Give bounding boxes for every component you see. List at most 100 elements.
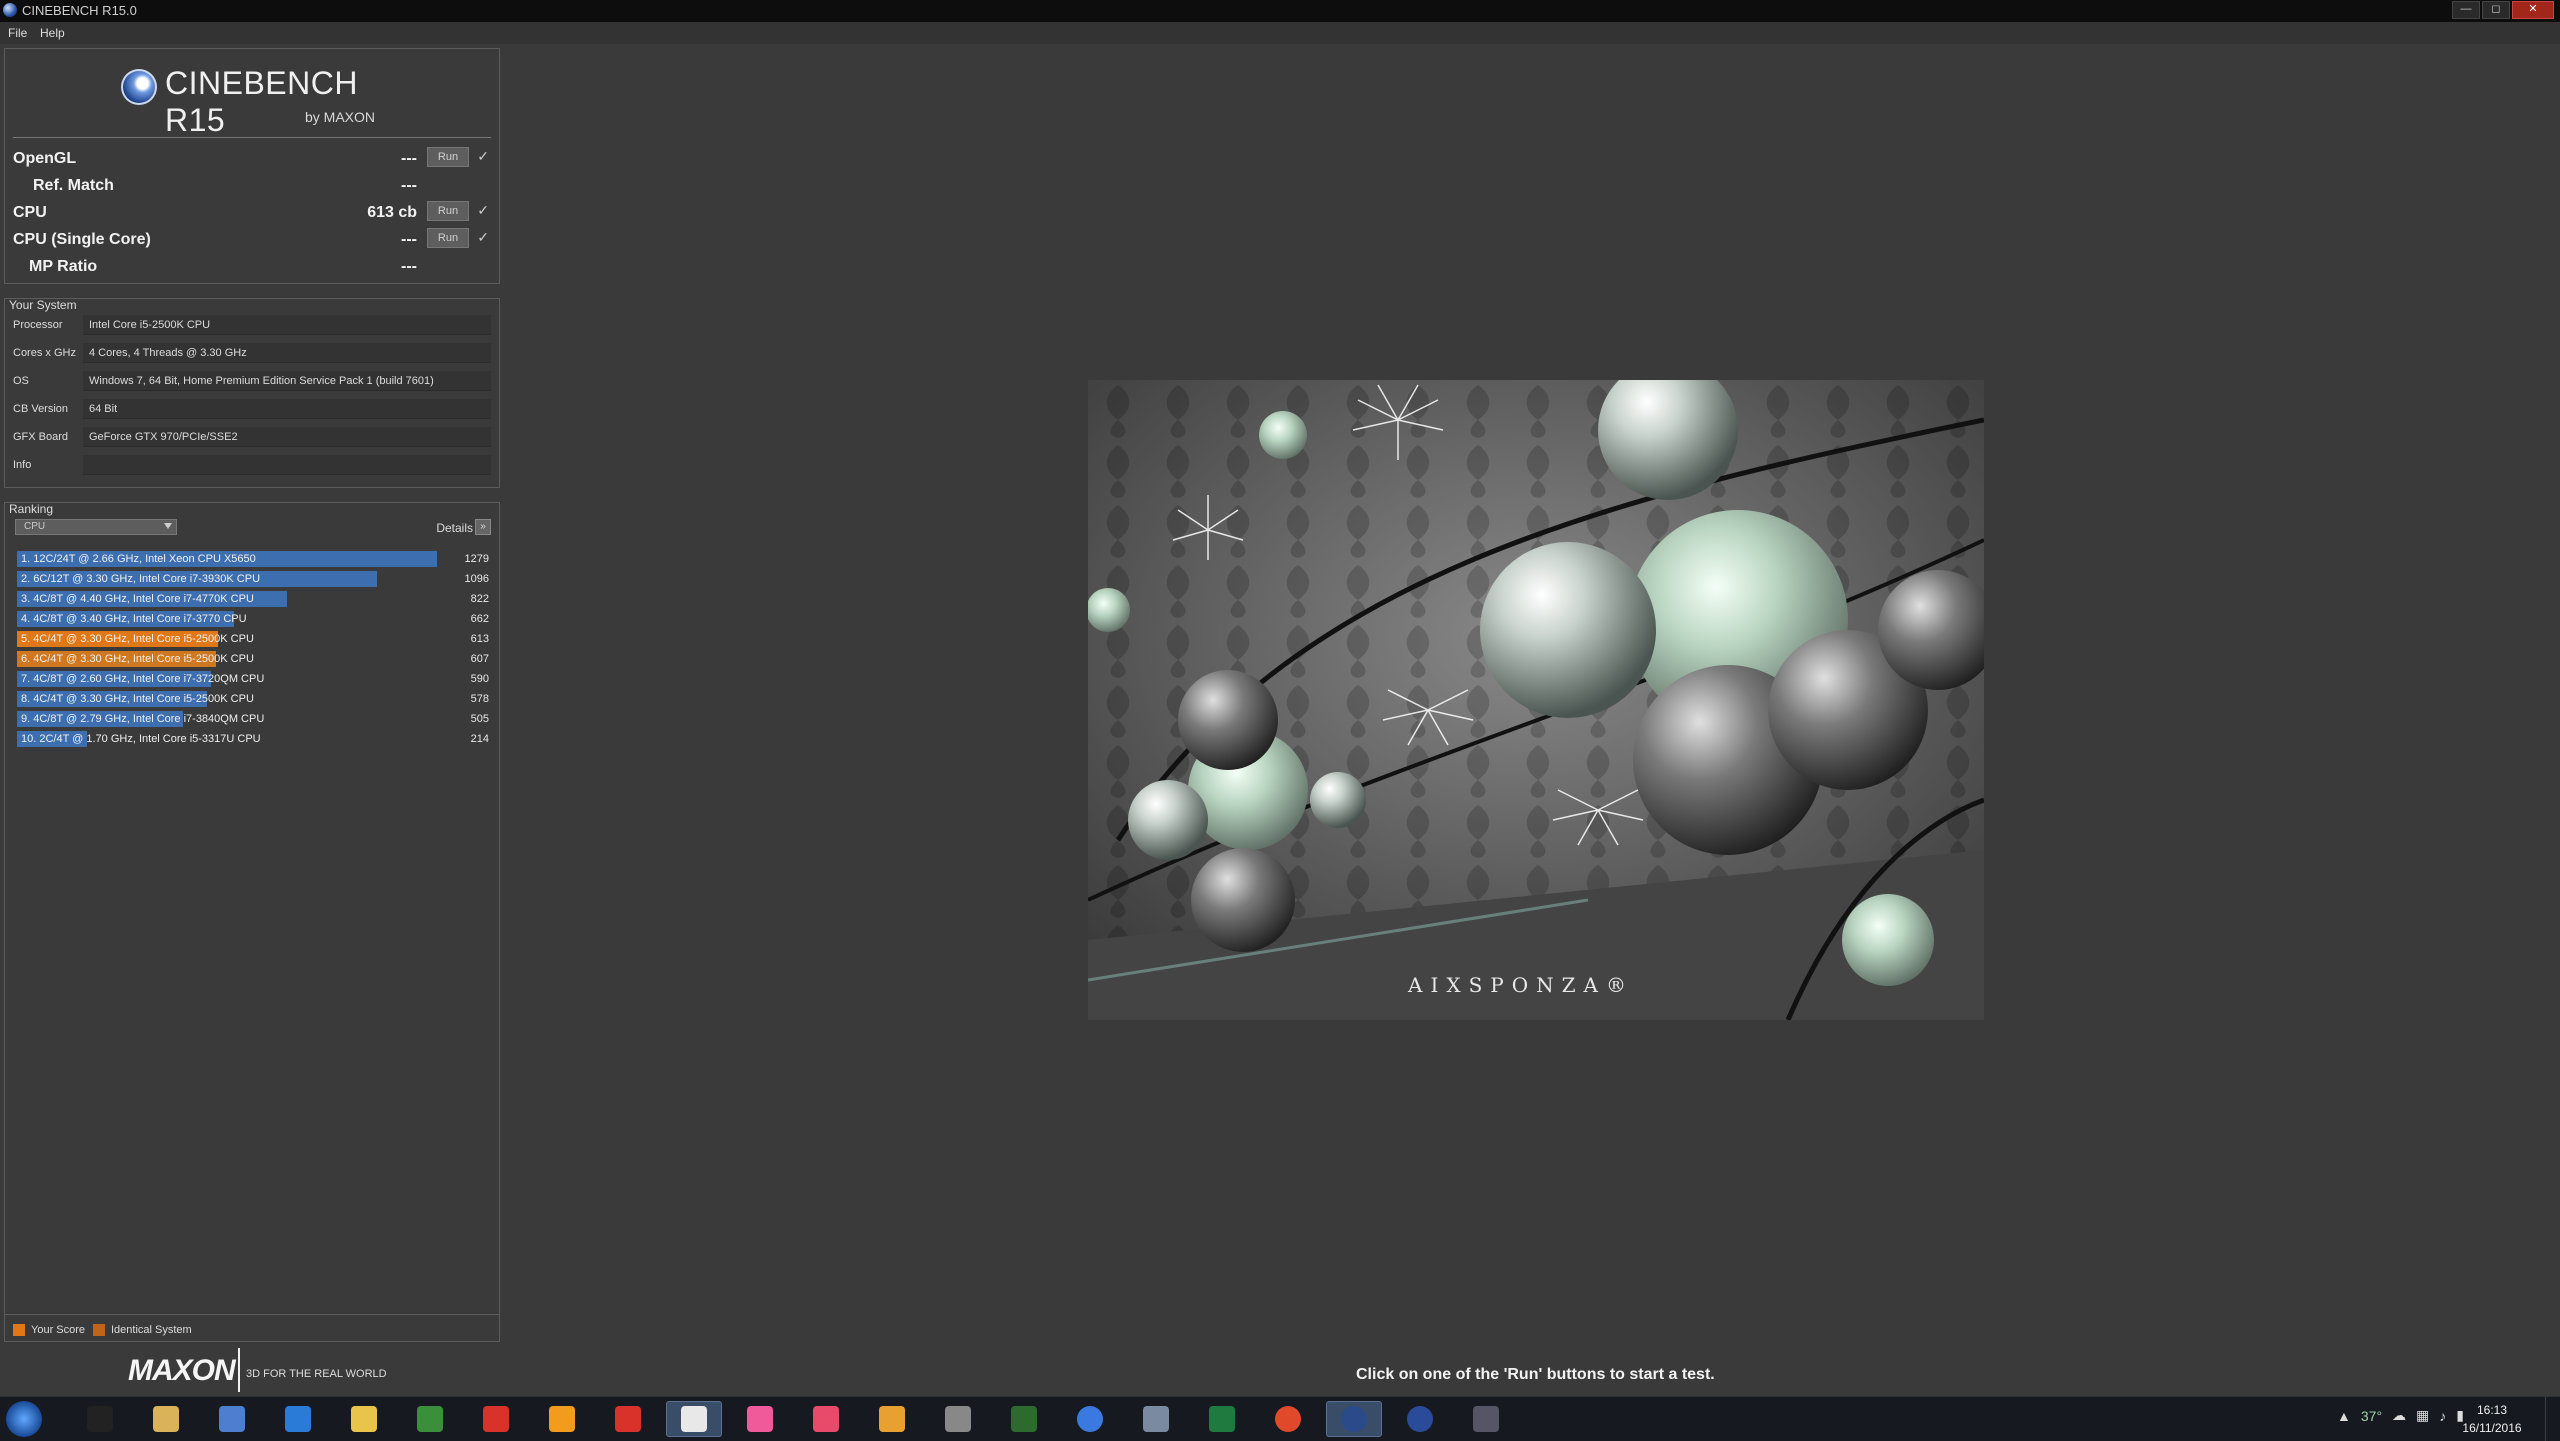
- system-value[interactable]: Windows 7, 64 Bit, Home Premium Edition …: [83, 371, 491, 391]
- ranking-row[interactable]: 3. 4C/8T @ 4.40 GHz, Intel Core i7-4770K…: [15, 589, 495, 609]
- test-value: 613 cb: [367, 204, 417, 221]
- menu-help[interactable]: Help: [40, 26, 65, 40]
- photos-icon: [747, 1406, 773, 1432]
- test-label: MP Ratio: [29, 258, 98, 275]
- taskbar-cinebench-icon[interactable]: [1326, 1401, 1382, 1437]
- system-value[interactable]: 4 Cores, 4 Threads @ 3.30 GHz: [83, 343, 491, 363]
- taskbar-photos-icon[interactable]: [732, 1401, 788, 1437]
- cinebench-logo: CINEBENCH R15 by MAXON: [115, 63, 395, 138]
- test-row-cpu: CPU 613 cb Run ✓: [13, 201, 491, 225]
- taskbar-media-icon[interactable]: [534, 1401, 590, 1437]
- ranking-row[interactable]: 6. 4C/4T @ 3.30 GHz, Intel Core i5-2500K…: [15, 649, 495, 669]
- ranking-row[interactable]: 5. 4C/4T @ 3.30 GHz, Intel Core i5-2500K…: [15, 629, 495, 649]
- excel-icon: [1209, 1406, 1235, 1432]
- taskbar-tool-icon[interactable]: [1458, 1401, 1514, 1437]
- window-title: CINEBENCH R15.0: [22, 3, 137, 18]
- details-toggle-button[interactable]: »: [475, 519, 491, 535]
- volume-icon[interactable]: ♪: [2439, 1408, 2446, 1424]
- ranking-label: 8. 4C/4T @ 3.30 GHz, Intel Core i5-2500K…: [21, 693, 254, 705]
- checkmark-icon[interactable]: ✓: [477, 202, 489, 219]
- system-key: Processor: [13, 319, 63, 331]
- taskbar: ▲ 37° ☁ ▦ ♪ ▮ 16:13 16/11/2016: [0, 1396, 2560, 1441]
- cloud-icon: [285, 1406, 311, 1432]
- your-score-label: Your Score: [31, 1324, 86, 1336]
- test-row-cpu-single: CPU (Single Core) --- Run ✓: [13, 228, 491, 252]
- logo-byline: by MAXON: [305, 109, 376, 125]
- ranking-type-dropdown[interactable]: CPU: [15, 519, 177, 535]
- taskbar-chrome-icon[interactable]: [1062, 1401, 1118, 1437]
- identical-system-swatch: [93, 1324, 105, 1336]
- ranking-row[interactable]: 10. 2C/4T @ 1.70 GHz, Intel Core i5-3317…: [15, 729, 495, 749]
- minimize-button[interactable]: —: [2452, 1, 2480, 19]
- ranking-label: 9. 4C/8T @ 2.79 GHz, Intel Core i7-3840Q…: [21, 713, 265, 725]
- render-scene-image: AIXSPONZA®: [1088, 380, 1984, 1020]
- run-opengl-button[interactable]: Run: [427, 147, 469, 167]
- taskbar-cloud-icon[interactable]: [270, 1401, 326, 1437]
- checkmark-icon[interactable]: ✓: [477, 229, 489, 246]
- pdf-icon: [483, 1406, 509, 1432]
- temperature-label: 37°: [2360, 1407, 2383, 1424]
- taskbar-settings-icon[interactable]: [930, 1401, 986, 1437]
- taskbar-color-icon[interactable]: [864, 1401, 920, 1437]
- dropdown-value: CPU: [24, 521, 46, 532]
- clock-time: 16:13: [2476, 1403, 2508, 1417]
- menu-file[interactable]: File: [8, 26, 27, 40]
- system-value[interactable]: Intel Core i5-2500K CPU: [83, 315, 491, 335]
- tool-icon: [1473, 1406, 1499, 1432]
- system-row: Processor Intel Core i5-2500K CPU: [13, 315, 491, 337]
- system-key: CB Version: [13, 403, 69, 415]
- show-desktop-button[interactable]: [2545, 1397, 2560, 1441]
- test-row-ref-match: Ref. Match ---: [13, 174, 491, 198]
- ranking-score: 214: [470, 733, 489, 745]
- test-value: ---: [401, 231, 417, 248]
- taskbar-pdf-icon[interactable]: [468, 1401, 524, 1437]
- taskbar-screen-icon[interactable]: [996, 1401, 1052, 1437]
- taskbar-explorer-icon[interactable]: [336, 1401, 392, 1437]
- test-row-mp-ratio: MP Ratio ---: [13, 255, 491, 279]
- taskbar-excel-icon[interactable]: [1194, 1401, 1250, 1437]
- system-row: Info: [13, 455, 491, 477]
- ranking-row[interactable]: 4. 4C/8T @ 3.40 GHz, Intel Core i7-3770 …: [15, 609, 495, 629]
- test-value: ---: [401, 177, 417, 194]
- taskbar-box-icon[interactable]: [1128, 1401, 1184, 1437]
- details-label[interactable]: Details: [436, 521, 473, 535]
- taskbar-xbox-icon[interactable]: [402, 1401, 458, 1437]
- taskbar-document-icon[interactable]: [204, 1401, 260, 1437]
- taskbar-folder-icon[interactable]: [138, 1401, 194, 1437]
- cloud-icon[interactable]: ☁: [2392, 1407, 2406, 1424]
- screen-icon: [1011, 1406, 1037, 1432]
- ranking-row[interactable]: 8. 4C/4T @ 3.30 GHz, Intel Core i5-2500K…: [15, 689, 495, 709]
- test-value: ---: [401, 150, 417, 167]
- system-row: Cores x GHz 4 Cores, 4 Threads @ 3.30 GH…: [13, 343, 491, 365]
- vivaldi-icon: [615, 1406, 641, 1432]
- taskbar-cinebench-icon[interactable]: [1392, 1401, 1448, 1437]
- tray-chevron-icon[interactable]: ▲: [2337, 1408, 2351, 1424]
- system-value[interactable]: 64 Bit: [83, 399, 491, 419]
- ranking-label: 7. 4C/8T @ 2.60 GHz, Intel Core i7-3720Q…: [21, 673, 265, 685]
- ranking-score: 613: [470, 633, 489, 645]
- maximize-button[interactable]: ◻: [2482, 1, 2510, 19]
- ranking-score: 505: [470, 713, 489, 725]
- clock[interactable]: 16:13 16/11/2016: [2452, 1401, 2532, 1437]
- ranking-label: 3. 4C/8T @ 4.40 GHz, Intel Core i7-4770K…: [21, 593, 254, 605]
- ranking-label: 1. 12C/24T @ 2.66 GHz, Intel Xeon CPU X5…: [21, 553, 256, 565]
- system-value[interactable]: GeForce GTX 970/PCIe/SSE2: [83, 427, 491, 447]
- ranking-label: 6. 4C/4T @ 3.30 GHz, Intel Core i5-2500K…: [21, 653, 254, 665]
- close-button[interactable]: ✕: [2512, 1, 2554, 19]
- ranking-row[interactable]: 9. 4C/8T @ 2.79 GHz, Intel Core i7-3840Q…: [15, 709, 495, 729]
- info-field[interactable]: [83, 455, 491, 475]
- ranking-label: 10. 2C/4T @ 1.70 GHz, Intel Core i5-3317…: [21, 733, 261, 745]
- ranking-row[interactable]: 1. 12C/24T @ 2.66 GHz, Intel Xeon CPU X5…: [15, 549, 495, 569]
- taskbar-terminal-icon[interactable]: [72, 1401, 128, 1437]
- taskbar-vivaldi-icon[interactable]: [600, 1401, 656, 1437]
- run-cpu-button[interactable]: Run: [427, 201, 469, 221]
- network-icon[interactable]: ▦: [2416, 1407, 2429, 1424]
- ranking-row[interactable]: 2. 6C/12T @ 3.30 GHz, Intel Core i7-3930…: [15, 569, 495, 589]
- taskbar-paint-icon[interactable]: [666, 1401, 722, 1437]
- taskbar-chrome-icon[interactable]: [1260, 1401, 1316, 1437]
- start-button[interactable]: [6, 1401, 42, 1437]
- ranking-row[interactable]: 7. 4C/8T @ 2.60 GHz, Intel Core i7-3720Q…: [15, 669, 495, 689]
- run-cpu-single-button[interactable]: Run: [427, 228, 469, 248]
- checkmark-icon[interactable]: ✓: [477, 148, 489, 165]
- taskbar-color-icon[interactable]: [798, 1401, 854, 1437]
